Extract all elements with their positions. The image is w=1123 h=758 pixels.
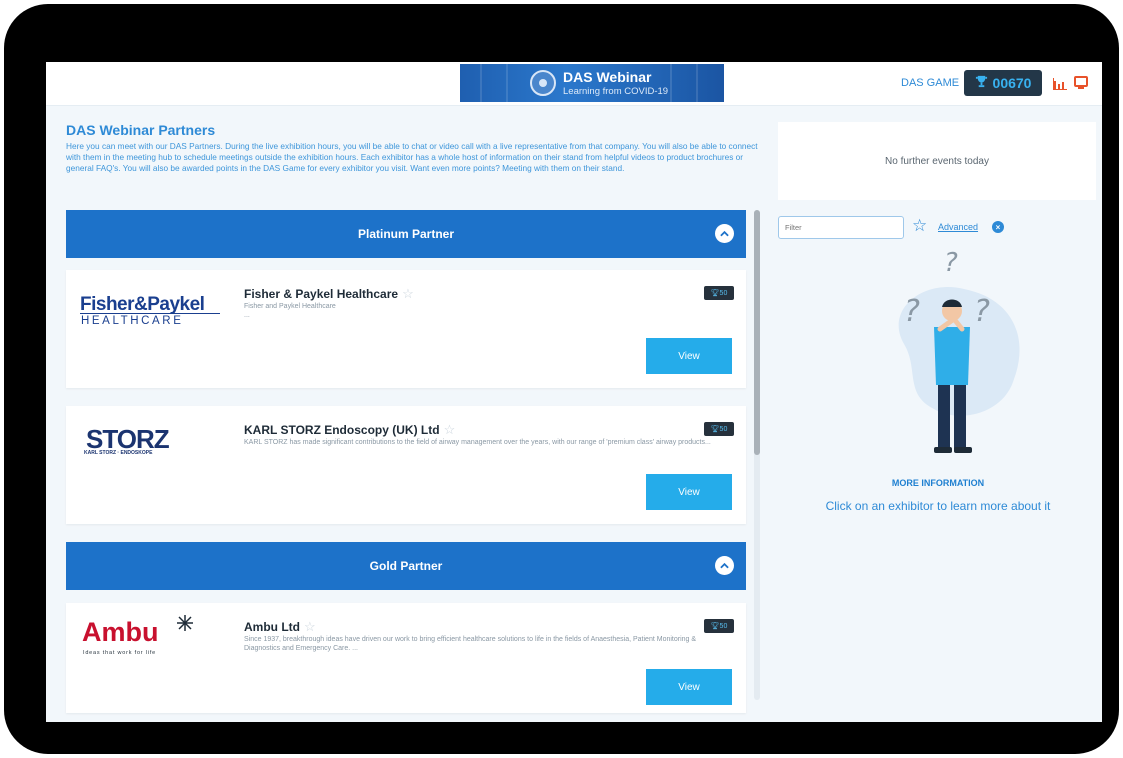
exhibitor-card-karl-storz[interactable]: STORZ KARL STORZ · ENDOSKOPE KARL STORZ …: [66, 406, 746, 524]
banner-stripe: [670, 64, 672, 102]
svg-text:?: ?: [944, 249, 958, 278]
banner-stripe: [506, 64, 508, 102]
star-icon[interactable]: ☆: [402, 286, 414, 302]
exhibitor-name-text: Fisher & Paykel Healthcare: [244, 287, 399, 301]
page-title: DAS Webinar Partners: [66, 122, 216, 138]
logo-subtext: KARL STORZ · ENDOSKOPE: [84, 450, 153, 456]
more-information-title: MORE INFORMATION: [891, 478, 985, 488]
filter-input[interactable]: [778, 216, 904, 239]
trophy-icon: [975, 75, 988, 91]
chevron-up-icon[interactable]: [715, 224, 734, 243]
banner-stripe: [480, 64, 482, 102]
exhibitor-name: Ambu Ltd ☆: [244, 619, 316, 635]
trophy-icon: 🏆︎: [710, 623, 720, 630]
favorites-star-icon[interactable]: ☆: [912, 216, 927, 236]
leaderboard-icon[interactable]: [1053, 77, 1067, 90]
view-button[interactable]: View: [646, 669, 732, 705]
top-bar: DAS Webinar Learning from COVID-19 DAS G…: [46, 62, 1102, 106]
points-value: 50: [719, 622, 728, 630]
trophy-icon: 🏆︎: [710, 426, 720, 433]
thinking-person-illustration: ? ? ?: [864, 248, 1044, 459]
monitor-icon[interactable]: [1074, 76, 1088, 90]
exhibitor-description: Since 1937, breakthrough ideas have driv…: [244, 636, 697, 652]
chevron-up-icon[interactable]: [715, 556, 734, 575]
intro-text: Here you can meet with our DAS Partners.…: [66, 141, 758, 174]
score-value: 00670: [992, 75, 1032, 91]
description-line: Fisher and Paykel Healthcare: [244, 303, 336, 310]
partners-panel: DAS Webinar Partners Here you can meet w…: [46, 106, 774, 722]
logo-subtext: HEALTHCARE: [81, 315, 184, 327]
scrollbar-thumb[interactable]: [754, 210, 760, 455]
das-seal-logo: [530, 70, 556, 96]
points-value: 50: [719, 289, 728, 297]
webinar-banner[interactable]: DAS Webinar Learning from COVID-19: [460, 64, 724, 102]
das-game-label[interactable]: DAS GAME: [901, 77, 959, 89]
exhibitor-description: KARL STORZ has made significant contribu…: [244, 439, 711, 446]
exhibitor-name: KARL STORZ Endoscopy (UK) Ltd ☆: [244, 422, 455, 438]
view-button[interactable]: View: [646, 474, 732, 510]
points-badge: 🏆︎ 50: [704, 619, 734, 633]
star-icon[interactable]: ☆: [444, 422, 456, 438]
banner-stripe: [696, 64, 698, 102]
exhibitor-name: Fisher & Paykel Healthcare ☆: [244, 286, 414, 302]
banner-title: DAS Webinar: [563, 69, 652, 85]
fisher-paykel-logo: Fisher&Paykel HEALTHCARE: [80, 270, 226, 388]
exhibitor-name-text: Ambu Ltd: [244, 620, 300, 634]
score-badge[interactable]: 00670: [964, 70, 1042, 96]
logo-text: Ambu: [82, 617, 159, 647]
section-label: Gold Partner: [369, 559, 443, 573]
advanced-link[interactable]: Advanced: [938, 222, 978, 232]
more-information-text: Click on an exhibitor to learn more abou…: [825, 499, 1051, 513]
clear-filter-icon[interactable]: ×: [992, 221, 1004, 233]
section-platinum-partner[interactable]: Platinum Partner: [66, 210, 746, 258]
section-label: Platinum Partner: [357, 227, 455, 241]
description-ellipsis: ...: [244, 312, 250, 319]
exhibitor-description: Fisher and Paykel Healthcare ...: [244, 302, 714, 320]
star-icon[interactable]: ☆: [304, 619, 316, 635]
intro-block: DAS Webinar Partners Here you can meet w…: [66, 122, 766, 175]
view-button[interactable]: View: [646, 338, 732, 374]
svg-text:?: ?: [904, 294, 920, 329]
info-panel: No further events today ☆ Advanced × ? ?…: [774, 106, 1102, 722]
exhibitor-card-fisher-paykel[interactable]: Fisher&Paykel HEALTHCARE Fisher & Paykel…: [66, 270, 746, 388]
logo-subtext: Ideas that work for life: [83, 650, 157, 656]
trophy-icon: 🏆︎: [710, 290, 720, 297]
banner-subtitle: Learning from COVID-19: [563, 86, 669, 97]
points-value: 50: [719, 425, 728, 433]
app-screen: DAS Webinar Learning from COVID-19 DAS G…: [46, 62, 1102, 722]
section-gold-partner[interactable]: Gold Partner: [66, 542, 746, 590]
tablet-frame: DAS Webinar Learning from COVID-19 DAS G…: [4, 4, 1119, 754]
exhibitor-name-text: KARL STORZ Endoscopy (UK) Ltd: [244, 423, 440, 437]
events-box: No further events today: [778, 122, 1096, 200]
ambu-burst-icon: [175, 613, 195, 638]
points-badge: 🏆︎ 50: [704, 286, 734, 300]
svg-text:?: ?: [974, 294, 990, 329]
exhibitor-card-ambu[interactable]: Ambu Ideas that work for life Ambu Ltd ☆ …: [66, 603, 746, 713]
points-badge: 🏆︎ 50: [704, 422, 734, 436]
storz-logo: STORZ KARL STORZ · ENDOSKOPE: [80, 406, 226, 524]
logo-rule: [80, 313, 220, 314]
ambu-logo: Ambu Ideas that work for life: [80, 603, 226, 713]
